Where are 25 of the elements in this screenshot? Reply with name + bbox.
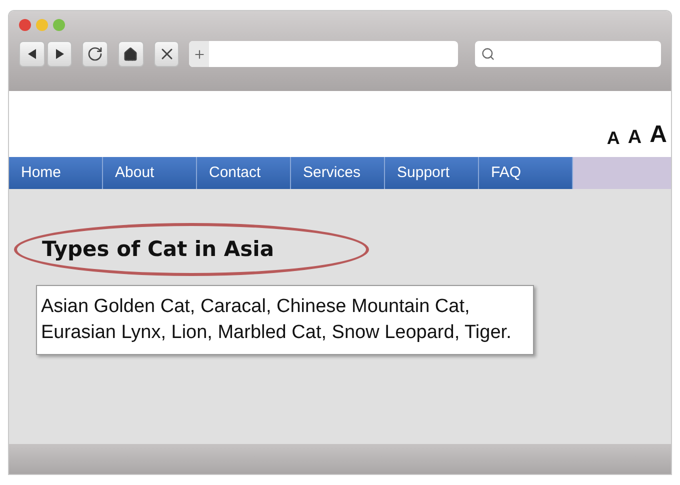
forward-button[interactable] — [46, 41, 72, 67]
forward-icon — [54, 48, 66, 60]
reload-button[interactable] — [82, 41, 108, 67]
font-size-button[interactable]: A — [650, 123, 667, 147]
stop-button[interactable] — [154, 41, 180, 67]
nav-tab[interactable]: Home — [9, 157, 103, 189]
plus-icon — [192, 48, 206, 60]
back-button[interactable] — [19, 41, 45, 67]
font-size-button[interactable]: A — [628, 128, 642, 147]
close-window-icon[interactable] — [19, 19, 31, 31]
nav-tab[interactable]: FAQ — [479, 157, 573, 189]
page-heading: Types of Cat in Asia — [42, 236, 274, 263]
nav-tab[interactable]: About — [103, 157, 197, 189]
search-icon — [481, 47, 496, 61]
description-text: Asian Golden Cat, Caracal, Chinese Mountain Cat, Eurasian Lynx, Lion, Marbled Cat, Snow Leopard, Tiger. — [36, 285, 534, 355]
nav-tab[interactable]: Support — [385, 157, 479, 189]
nav-tab[interactable]: Services — [291, 157, 385, 189]
address-field[interactable] — [189, 41, 458, 67]
back-icon — [26, 48, 38, 60]
search-field[interactable] — [475, 41, 661, 67]
font-size-button[interactable]: A — [606, 129, 620, 147]
reload-icon — [87, 46, 104, 62]
nav-tab[interactable]: Contact — [197, 157, 291, 189]
home-button[interactable] — [118, 41, 144, 67]
home-icon — [123, 46, 138, 62]
